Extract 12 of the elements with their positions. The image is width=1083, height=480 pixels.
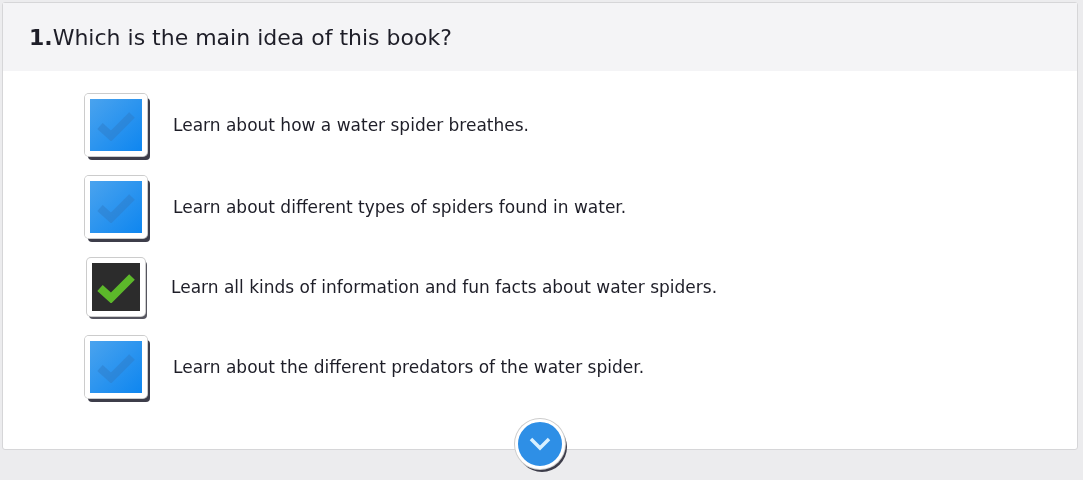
answer-checkbox[interactable] [87,258,145,316]
chevron-down-icon [528,436,552,452]
answer-label: Learn about how a water spider breathes. [173,115,529,135]
checkmark-icon [96,351,136,383]
checkmark-icon [96,109,136,141]
answer-label: Learn all kinds of information and fun facts about water spiders. [171,277,718,297]
next-button[interactable] [515,419,565,469]
answer-label: Learn about the different predators of the water spider. [173,357,645,377]
checkmark-icon [96,271,136,303]
checkmark-icon [96,191,136,223]
answer-label: Learn about different types of spiders found in water. [173,197,627,217]
question-text: 1.Which is the main idea of this book? [29,24,452,50]
